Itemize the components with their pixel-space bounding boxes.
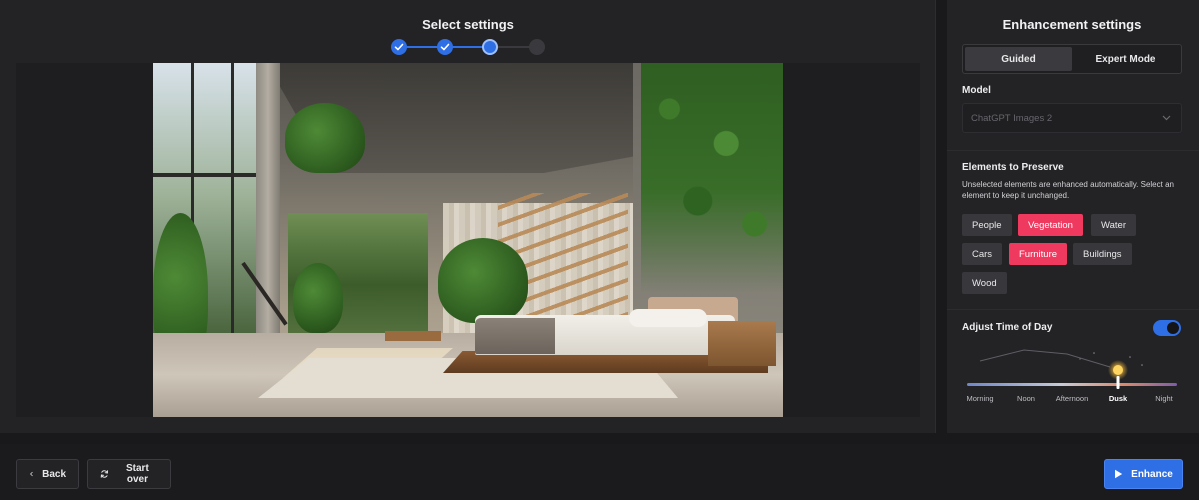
plant (293, 263, 343, 333)
concrete-column (256, 63, 280, 363)
chevron-down-icon (1162, 115, 1171, 121)
tod-noon[interactable]: Noon (1017, 394, 1035, 403)
sun-icon (1113, 365, 1123, 375)
sun-path-curve (979, 349, 1111, 368)
enhancement-settings-panel: Enhancement settings Guided Expert Mode … (947, 0, 1199, 433)
chip-people[interactable]: People (962, 214, 1012, 236)
tod-morning[interactable]: Morning (966, 394, 993, 403)
preserve-help-text: Unselected elements are enhanced automat… (962, 180, 1174, 200)
progress-stepper (390, 38, 546, 56)
tod-dusk[interactable]: Dusk (1109, 394, 1127, 403)
enhance-button[interactable]: Enhance (1104, 459, 1183, 489)
start-over-button[interactable]: Start over (87, 459, 171, 489)
slider-track[interactable] (967, 383, 1177, 386)
hanging-ivy (641, 63, 783, 293)
hanging-plant (285, 103, 365, 173)
back-button[interactable]: Back (16, 459, 79, 489)
step-1-complete[interactable] (391, 39, 407, 55)
time-of-day-label: Adjust Time of Day (962, 322, 1053, 333)
chip-cars[interactable]: Cars (962, 243, 1003, 265)
mode-expert-tab[interactable]: Expert Mode (1072, 47, 1179, 71)
step-3-current[interactable] (482, 39, 498, 55)
window-mullion (231, 63, 234, 353)
toggle-knob (1167, 322, 1179, 334)
time-of-day-options: Morning Noon Afternoon Dusk Night (962, 394, 1182, 406)
preserve-label: Elements to Preserve (962, 162, 1064, 173)
model-select[interactable]: ChatGPT Images 2 (962, 103, 1182, 133)
nightstand (708, 321, 776, 366)
star (1079, 358, 1081, 360)
play-icon (1115, 469, 1123, 479)
tod-afternoon[interactable]: Afternoon (1056, 394, 1089, 403)
enhance-button-label: Enhance (1131, 468, 1173, 480)
tod-night[interactable]: Night (1155, 394, 1173, 403)
check-icon (394, 43, 404, 51)
mode-guided-tab[interactable]: Guided (965, 47, 1072, 71)
back-button-label: Back (42, 468, 66, 480)
main-panel: Select settings (0, 0, 936, 433)
chevron-left-icon (30, 471, 33, 477)
step-2-complete[interactable] (437, 39, 453, 55)
bed-throw (475, 318, 555, 354)
model-label: Model (962, 85, 991, 96)
star (1093, 352, 1095, 354)
chip-wood[interactable]: Wood (962, 272, 1007, 294)
chip-vegetation[interactable]: Vegetation (1018, 214, 1083, 236)
slider-handle[interactable] (1116, 376, 1120, 389)
check-icon (440, 43, 450, 51)
image-preview-frame (16, 63, 920, 417)
star (1141, 364, 1143, 366)
footer-bar: Back Start over Enhance (0, 444, 1199, 500)
refresh-icon (100, 470, 109, 478)
divider (947, 150, 1199, 151)
pillow (629, 309, 707, 327)
chip-furniture[interactable]: Furniture (1009, 243, 1068, 265)
model-select-value: ChatGPT Images 2 (971, 112, 1053, 124)
star (1129, 356, 1131, 358)
monstera-plant (438, 238, 528, 323)
chip-water[interactable]: Water (1091, 214, 1136, 236)
mode-toggle: Guided Expert Mode (962, 44, 1182, 74)
divider (947, 309, 1199, 310)
interior-render-image (153, 63, 783, 417)
step-title: Select settings (422, 17, 514, 32)
start-over-label: Start over (126, 463, 149, 485)
bench (385, 331, 441, 341)
window-transom (153, 173, 263, 177)
chip-buildings[interactable]: Buildings (1073, 243, 1132, 265)
time-of-day-slider[interactable] (962, 345, 1182, 393)
time-of-day-toggle[interactable] (1153, 320, 1181, 336)
step-4-pending (529, 39, 545, 55)
panel-title: Enhancement settings (1002, 17, 1142, 32)
